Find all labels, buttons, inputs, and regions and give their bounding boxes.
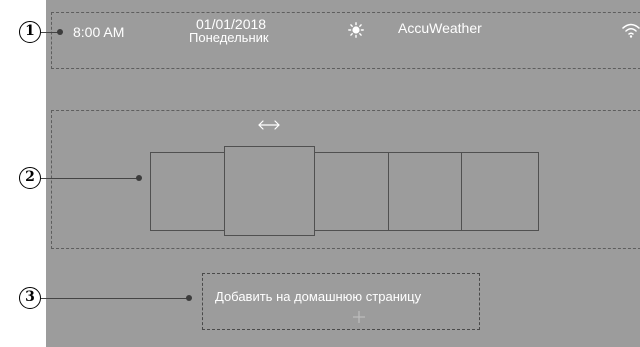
widget-tile[interactable] <box>150 152 226 231</box>
clock-time: 8:00 AM <box>73 24 125 40</box>
callout-leader-line <box>41 298 189 299</box>
callout-marker-2: 2 <box>19 167 41 189</box>
status-bar-zone <box>51 12 640 69</box>
callout-anchor-dot <box>186 295 192 301</box>
widget-tile[interactable] <box>388 152 463 231</box>
callout-anchor-dot <box>57 29 63 35</box>
plus-icon[interactable] <box>352 310 366 324</box>
callout-marker-1: 1 <box>19 21 41 43</box>
weekday-label: Понедельник <box>189 30 269 45</box>
date-label: 01/01/2018 <box>196 16 267 32</box>
widget-tile-selected[interactable] <box>224 146 315 236</box>
sun-icon <box>348 22 364 38</box>
left-right-arrow-icon <box>258 120 280 130</box>
callout-leader-line <box>41 178 139 179</box>
weather-provider-label[interactable]: AccuWeather <box>398 21 482 35</box>
wifi-icon <box>622 23 640 38</box>
callout-marker-3: 3 <box>19 287 41 309</box>
add-to-home-label: Добавить на домашнюю страницу <box>215 289 422 304</box>
callout-anchor-dot <box>136 175 142 181</box>
widget-tile[interactable] <box>313 152 390 231</box>
widget-tile[interactable] <box>461 152 539 231</box>
